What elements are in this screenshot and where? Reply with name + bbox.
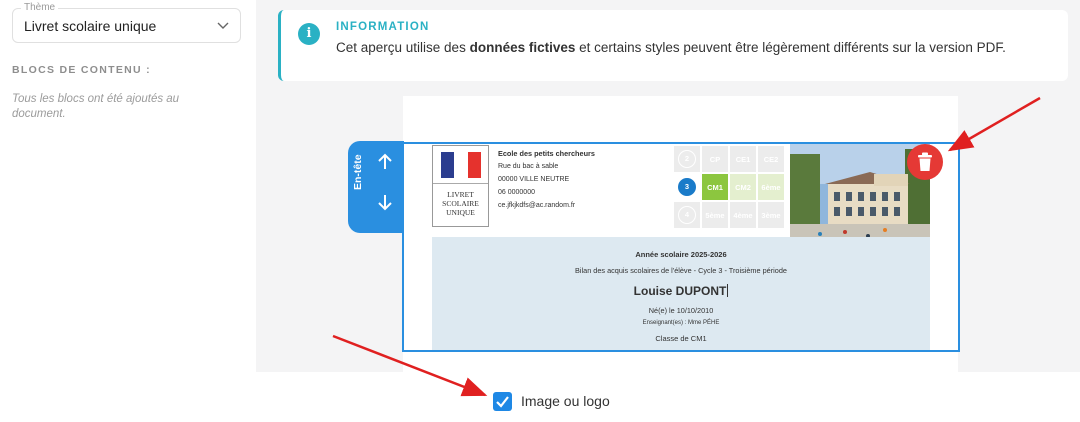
image-or-logo-checkbox[interactable] — [493, 392, 512, 411]
info-text-before: Cet aperçu utilise des — [336, 40, 470, 55]
blocks-title: BLOCS DE CONTENU : — [12, 64, 151, 76]
chevron-down-icon — [217, 22, 229, 29]
theme-value: Livret scolaire unique — [24, 18, 157, 34]
theme-legend: Thème — [21, 2, 59, 14]
image-or-logo-label[interactable]: Image ou logo — [521, 393, 610, 409]
section-tab-label: En-tête — [352, 154, 364, 190]
check-icon — [496, 396, 509, 408]
info-text: Cet aperçu utilise des données fictives … — [336, 38, 1056, 57]
info-text-after: et certains styles peuvent être légèreme… — [575, 40, 1006, 55]
left-panel: Thème Livret scolaire unique BLOCS DE CO… — [0, 0, 256, 372]
annotation-arrow — [947, 96, 1041, 152]
arrow-up-icon[interactable] — [376, 153, 394, 171]
info-icon: i — [298, 23, 320, 45]
info-banner: i INFORMATION Cet aperçu utilise des don… — [278, 10, 1068, 81]
theme-select[interactable]: Thème Livret scolaire unique — [12, 2, 241, 43]
section-tab: En-tête — [348, 141, 404, 233]
info-title: INFORMATION — [336, 21, 430, 33]
arrow-down-icon[interactable] — [376, 193, 394, 211]
info-text-bold: données fictives — [469, 40, 576, 55]
selected-section-frame[interactable] — [402, 142, 960, 352]
blocks-note: Tous les blocs ont été ajoutés au docume… — [12, 93, 180, 120]
bottom-bar: Image ou logo — [0, 372, 1080, 422]
